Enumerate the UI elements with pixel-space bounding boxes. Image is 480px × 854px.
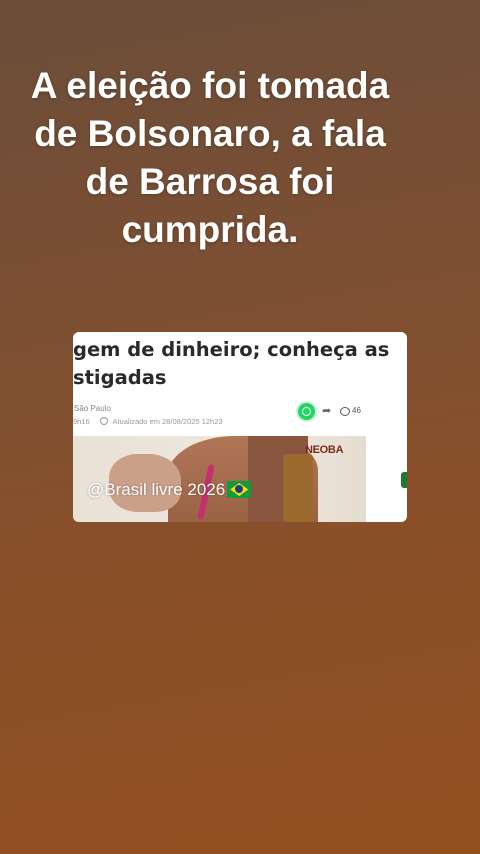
watermark-text: @Brasil livre 2026 (87, 480, 226, 499)
article-time: 9h16 (73, 417, 90, 426)
article-updated: Atualizado em 28/08/2025 12h23 (112, 417, 223, 426)
side-chip (401, 472, 407, 488)
headline-line: de Bolsonaro, a fala (34, 113, 386, 154)
headline-line: cumprida. (121, 209, 299, 250)
headline-line: de Barrosa foi (85, 161, 335, 202)
article-meta: 9h16 Atualizado em 28/08/2025 12h23 (73, 417, 223, 426)
brazil-flag-icon (227, 481, 252, 498)
comment-icon[interactable] (340, 407, 350, 416)
headline-text: A eleição foi tomada de Bolsonaro, a fal… (0, 62, 420, 254)
article-title-line: gem de dinheiro; conheça as (73, 338, 390, 361)
article-city: São Paulo (74, 404, 111, 413)
article-title-line: stigadas (73, 366, 167, 389)
article-photo: NEOBA (73, 436, 366, 522)
comment-count: 46 (352, 406, 361, 415)
watermark: @Brasil livre 2026 (87, 480, 252, 500)
whatsapp-icon[interactable] (298, 403, 315, 420)
photo-logo: NEOBA (305, 444, 344, 456)
share-arrow-icon[interactable]: ➦ (322, 404, 331, 417)
headline-line: A eleição foi tomada (30, 65, 390, 106)
news-screenshot-card[interactable]: gem de dinheiro; conheça as stigadas São… (73, 332, 407, 522)
article-title: gem de dinheiro; conheça as stigadas (73, 336, 407, 392)
clock-icon (99, 417, 108, 425)
photo-chair (283, 454, 313, 522)
